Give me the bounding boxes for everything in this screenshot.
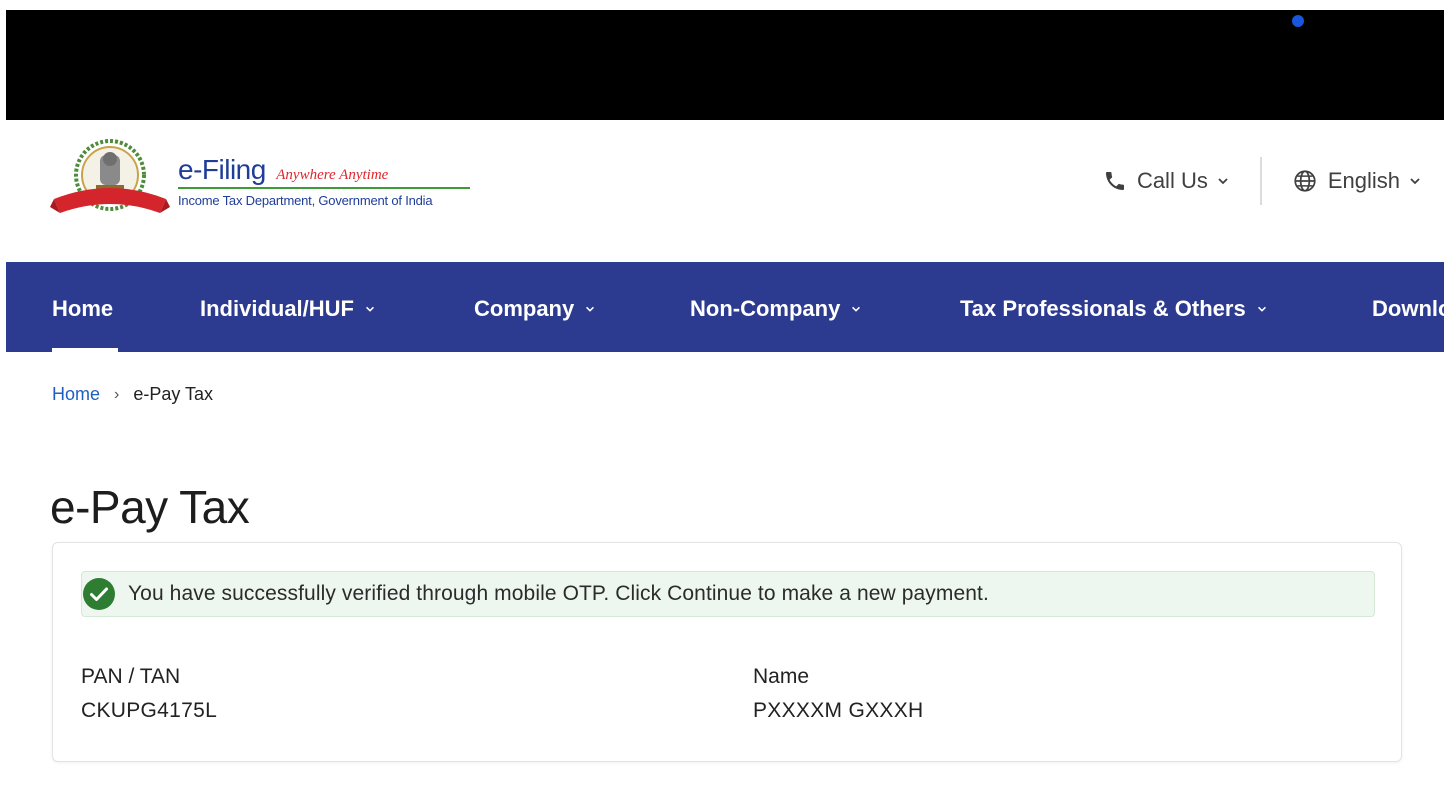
nav-item-non-company[interactable]: Non-Company [690, 296, 862, 322]
nav-item-label: Downlo [1372, 296, 1444, 321]
globe-icon [1294, 170, 1316, 192]
name-field: Name PXXXXM GXXXH [753, 665, 923, 723]
name-label: Name [753, 665, 810, 688]
pan-tan-label: PAN / TAN [81, 665, 181, 688]
page: e-Filing Anywhere Anytime Income Tax Dep… [0, 0, 1456, 804]
header-actions: Call Us English [1103, 157, 1422, 205]
page-title: e-Pay Tax [50, 481, 250, 533]
top-black-band [6, 10, 1444, 120]
nav-item-downloads[interactable]: Downlo [1372, 296, 1444, 322]
logo-tagline: Anywhere Anytime [276, 167, 389, 183]
header-divider [1259, 157, 1262, 205]
logo-text-block[interactable]: e-Filing Anywhere Anytime Income Tax Dep… [178, 155, 470, 208]
income-tax-emblem-logo[interactable] [50, 137, 170, 221]
chevron-down-icon [586, 306, 595, 312]
call-us-dropdown[interactable]: Call Us [1103, 168, 1230, 194]
breadcrumb-home-link[interactable]: Home [52, 384, 100, 405]
call-us-label: Call Us [1136, 168, 1208, 193]
chevron-down-icon [1410, 178, 1420, 185]
success-alert: You have successfully verified through m… [81, 571, 1375, 617]
nav-item-label: Non-Company [690, 296, 841, 321]
nav-active-underline [52, 348, 118, 352]
success-message: You have successfully verified through m… [128, 582, 989, 605]
nav-item-label: Individual/HUF [200, 296, 354, 321]
main-nav-bar: Home Individual/HUF Company Non-Company … [6, 262, 1444, 352]
name-value: PXXXXM GXXXH [753, 699, 924, 722]
site-header: e-Filing Anywhere Anytime Income Tax Dep… [6, 121, 1444, 262]
language-label: English [1327, 168, 1400, 193]
nav-item-label: Tax Professionals & Others [960, 296, 1246, 321]
breadcrumb-separator: › [114, 385, 120, 403]
nav-item-label: Home [52, 296, 114, 321]
nav-item-home[interactable]: Home [52, 296, 113, 322]
nav-item-individual-huf[interactable]: Individual/HUF [200, 296, 376, 322]
chevron-down-icon [1218, 178, 1228, 185]
chevron-down-icon [1257, 306, 1266, 312]
breadcrumb: Home › e-Pay Tax [52, 384, 213, 405]
nav-item-tax-professionals[interactable]: Tax Professionals & Others [960, 296, 1268, 322]
nav-item-label: Company [474, 296, 575, 321]
check-circle-icon [83, 578, 115, 610]
verification-card: You have successfully verified through m… [52, 542, 1402, 762]
nav-item-company[interactable]: Company [474, 296, 596, 322]
logo-main-text: e-Filing [178, 154, 266, 185]
chevron-down-icon [366, 306, 374, 312]
phone-icon [1105, 172, 1124, 190]
pan-tan-value: CKUPG4175L [81, 699, 218, 722]
logo-divider [178, 187, 470, 189]
pan-tan-field: PAN / TAN CKUPG4175L [81, 665, 217, 723]
blue-dot-indicator [1292, 15, 1304, 27]
chevron-down-icon [852, 306, 861, 312]
breadcrumb-current: e-Pay Tax [133, 384, 214, 404]
language-dropdown[interactable]: English [1292, 168, 1422, 194]
logo-subtitle: Income Tax Department, Government of Ind… [178, 193, 433, 208]
